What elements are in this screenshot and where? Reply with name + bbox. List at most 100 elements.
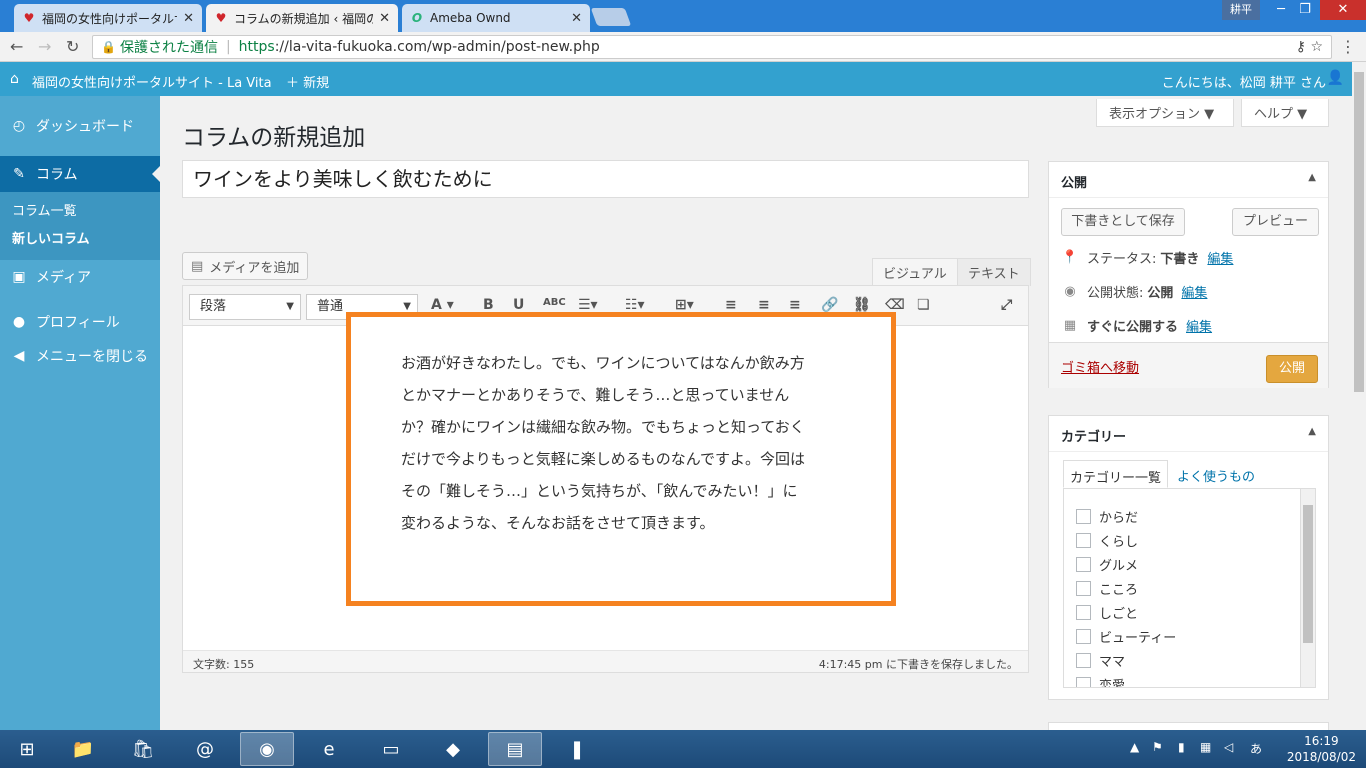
publish-button[interactable]: 公開 (1266, 355, 1318, 383)
tag-app-icon[interactable]: ◆ (426, 732, 480, 766)
internet-explorer-icon[interactable]: e (302, 732, 356, 766)
sidebar-collapse[interactable]: ◀ メニューを閉じる (0, 338, 160, 374)
forward-icon[interactable]: → (38, 37, 51, 56)
user-greeting[interactable]: こんにちは、松岡 耕平 さん (1162, 72, 1326, 91)
windows-start-icon[interactable]: ⊞ (0, 732, 54, 766)
category-checkbox[interactable] (1076, 653, 1091, 668)
submenu-item-new-column[interactable]: 新しいコラム (12, 228, 90, 247)
collapse-arrow-icon[interactable]: ▲ (1308, 426, 1316, 437)
back-icon[interactable]: ← (10, 37, 23, 56)
address-bar[interactable]: 🔒 保護された通信 | https://la-vita-fukuoka.com/… (92, 35, 1332, 59)
site-name-link[interactable]: 福岡の女性向けポータルサイト - La Vita (32, 72, 272, 91)
text-color-icon[interactable]: A ▾ (431, 297, 454, 313)
sidebar-item-dashboard[interactable]: ◴ ダッシュボード (0, 108, 160, 144)
list-item[interactable]: ビューティー (1076, 627, 1176, 646)
scrollbar-thumb[interactable] (1354, 72, 1364, 392)
ime-indicator[interactable]: あ (1250, 740, 1262, 757)
add-media-button[interactable]: ▤ メディアを追加 (182, 252, 309, 280)
fullscreen-icon[interactable]: ⤢ (1001, 297, 1012, 313)
list-item[interactable]: からだ (1076, 507, 1138, 526)
file-explorer-icon[interactable]: 📁 (56, 732, 110, 766)
window-close-icon[interactable]: ✕ (1320, 0, 1366, 20)
chrome-icon[interactable]: ◉ (240, 732, 294, 766)
preview-button[interactable]: プレビュー (1232, 208, 1319, 236)
tray-expand-icon[interactable]: ▲ (1130, 740, 1139, 754)
edit-visibility-link[interactable]: 編集 (1181, 282, 1207, 301)
list-item[interactable]: グルメ (1076, 555, 1138, 574)
category-checkbox[interactable] (1076, 581, 1091, 596)
category-scrollbar[interactable] (1300, 489, 1315, 687)
edit-schedule-link[interactable]: 編集 (1186, 316, 1212, 335)
edit-status-link[interactable]: 編集 (1207, 248, 1233, 267)
link-icon[interactable]: 🔗 (821, 297, 838, 313)
office-app-icon[interactable]: ❚ (550, 732, 604, 766)
tray-network-icon[interactable]: ▦ (1200, 740, 1211, 754)
system-clock[interactable]: 16:19 2018/08/02 (1287, 733, 1356, 765)
categories-heading[interactable]: カテゴリー ▲ (1049, 416, 1328, 452)
browser-tab-1[interactable]: ♥ 福岡の女性向けポータルサイ ✕ (14, 4, 202, 32)
underline-icon[interactable]: U (513, 297, 524, 313)
tab-all-categories[interactable]: カテゴリー一覧 (1063, 460, 1169, 488)
help-button[interactable]: ヘルプ ▼ (1241, 99, 1329, 127)
paste-icon[interactable]: ❏ (917, 297, 930, 313)
category-checkbox[interactable] (1076, 677, 1091, 687)
table-icon[interactable]: ⊞▾ (675, 297, 694, 313)
scrollbar-thumb[interactable] (1303, 505, 1313, 643)
category-checkbox[interactable] (1076, 509, 1091, 524)
sidebar-item-column[interactable]: ✎ コラム (0, 156, 160, 192)
new-content-link[interactable]: ＋ 新規 (286, 72, 329, 91)
list-item[interactable]: ママ (1076, 651, 1125, 670)
store-icon[interactable]: 🛍 (116, 732, 170, 766)
maximize-icon[interactable]: ❐ (1288, 0, 1322, 20)
tray-volume-icon[interactable]: ◁ (1224, 740, 1233, 754)
tab-text[interactable]: テキスト (957, 258, 1031, 286)
list-item[interactable]: こころ (1076, 579, 1138, 598)
trash-link[interactable]: ゴミ箱へ移動 (1061, 357, 1139, 376)
home-icon[interactable]: ⌂ (10, 71, 19, 87)
tab-visual[interactable]: ビジュアル (872, 258, 958, 286)
tray-battery-icon[interactable]: ▮ (1178, 740, 1185, 754)
sidebar-item-profile[interactable]: ● プロフィール (0, 304, 160, 340)
close-icon[interactable]: ✕ (571, 11, 582, 26)
close-icon[interactable]: ✕ (379, 11, 390, 26)
collapse-arrow-icon[interactable]: ▲ (1308, 172, 1316, 183)
browser-tab-3[interactable]: O Ameba Ownd ✕ (402, 4, 590, 32)
photos-icon[interactable]: ▭ (364, 732, 418, 766)
mail-icon[interactable]: @ (178, 732, 232, 766)
list-item[interactable]: 恋愛 (1076, 675, 1125, 687)
key-star-icons[interactable]: ⚷ ☆ (1296, 39, 1323, 55)
strikethrough-icon[interactable]: ABC (543, 297, 566, 308)
sidebar-item-media[interactable]: ▣ メディア (0, 259, 160, 295)
format-select[interactable]: 段落 ▼ (189, 294, 301, 320)
post-title-input[interactable]: ワインをより美味しく飲むために (182, 160, 1029, 198)
bullet-list-icon[interactable]: ☰▾ (578, 297, 598, 313)
eraser-icon[interactable]: ⌫ (885, 297, 905, 313)
category-checkbox[interactable] (1076, 605, 1091, 620)
close-icon[interactable]: ✕ (183, 11, 194, 26)
new-tab-button[interactable] (590, 8, 632, 26)
numbered-list-icon[interactable]: ☷▾ (625, 297, 645, 313)
page-scrollbar[interactable] (1352, 62, 1366, 730)
post-body-text[interactable]: お酒が好きなわたし。でも、ワインについてはなんか飲み方とかマナーとかありそうで、… (401, 347, 811, 539)
window-user-badge[interactable]: 耕平 (1222, 0, 1260, 20)
list-item[interactable]: しごと (1076, 603, 1138, 622)
tab-popular-categories[interactable]: よく使うもの (1171, 460, 1261, 488)
submenu-item-column-list[interactable]: コラム一覧 (12, 200, 77, 219)
unlink-icon[interactable]: ⛓ (853, 297, 871, 313)
align-right-icon[interactable]: ≡ (789, 297, 801, 313)
category-checkbox[interactable] (1076, 533, 1091, 548)
category-checkbox[interactable] (1076, 557, 1091, 572)
publish-heading[interactable]: 公開 ▲ (1049, 162, 1328, 198)
category-checkbox[interactable] (1076, 629, 1091, 644)
contacts-app-icon[interactable]: ▤ (488, 732, 542, 766)
save-draft-button[interactable]: 下書きとして保存 (1061, 208, 1185, 236)
bold-icon[interactable]: B (483, 297, 494, 313)
align-left-icon[interactable]: ≡ (725, 297, 737, 313)
user-icon[interactable]: 👤 (1327, 70, 1344, 86)
list-item[interactable]: くらし (1076, 531, 1138, 550)
browser-tab-2[interactable]: ♥ コラムの新規追加 ‹ 福岡の ✕ (206, 4, 398, 32)
browser-menu-icon[interactable]: ⋮ (1340, 37, 1356, 56)
tray-flag-icon[interactable]: ⚑ (1152, 740, 1163, 754)
align-center-icon[interactable]: ≡ (758, 297, 770, 313)
screen-options-button[interactable]: 表示オプション ▼ (1096, 99, 1234, 127)
